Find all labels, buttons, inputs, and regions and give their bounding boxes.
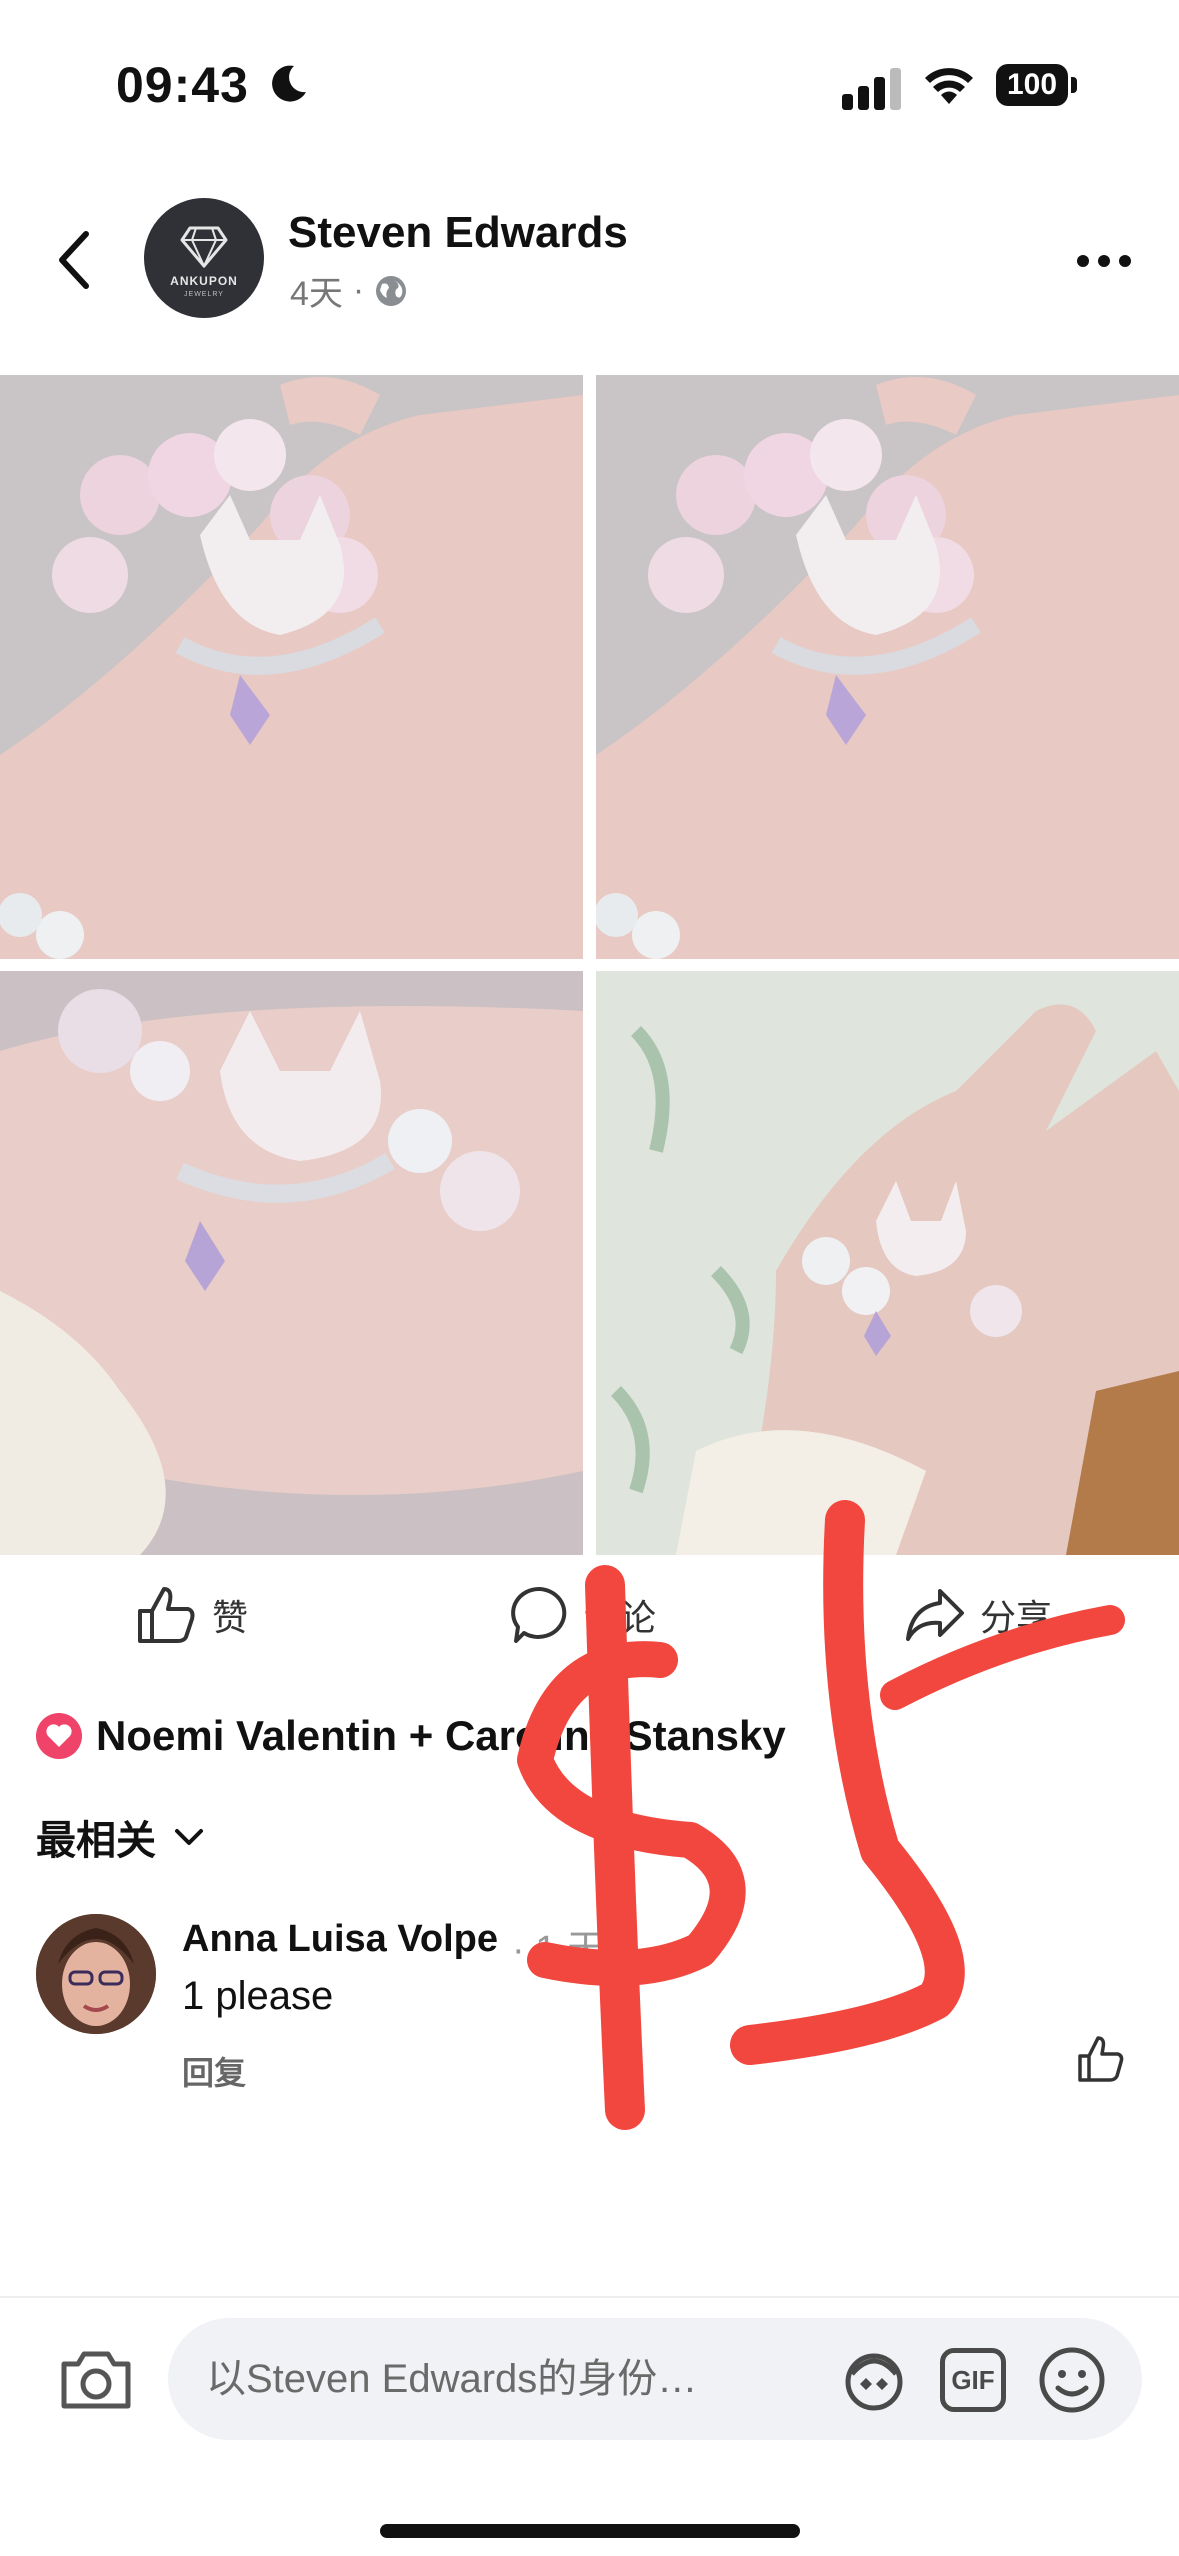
home-indicator [380,2524,800,2538]
comment-item: Anna Luisa Volpe · 1 天 · 1 please 回复 [36,1914,1146,2104]
post-meta: 4天 · [290,266,408,315]
reply-button[interactable]: 回复 [182,2048,246,2094]
brand-logo-text: ANKUPON [170,274,238,288]
bracelet-photo-image [596,375,1179,959]
battery-tip [1071,77,1077,93]
chevron-left-icon [59,231,89,289]
moon-icon [272,65,306,102]
post-header: ANKUPON JEWELRY Steven Edwards 4天 · [0,180,1179,340]
screen: 09:43 100 ANKUPON JEWELRY Steven Edwards… [0,0,1179,2556]
battery-level: 100 [996,64,1068,106]
gif-button[interactable]: GIF [940,2348,1006,2412]
comment-like-icon[interactable] [1076,2034,1126,2084]
commenter-name[interactable]: Anna Luisa Volpe [182,1918,498,1961]
battery-indicator: 100 [996,64,1080,106]
photo-2[interactable] [596,375,1179,959]
author-avatar[interactable]: ANKUPON JEWELRY [144,198,264,318]
sort-label: 最相关 [36,1819,156,1863]
avatar-sticker-icon[interactable] [838,2344,910,2416]
reactors-names: Noemi Valentin + Caroline Stansky [96,1712,786,1759]
status-bar: 09:43 100 [0,0,1179,150]
share-label: 分享 [980,1597,1053,1638]
share-button[interactable]: 分享 [904,1580,1052,1650]
like-label: 赞 [212,1597,249,1638]
photo-3[interactable] [0,971,583,1555]
wifi-icon [925,68,973,104]
photo-1[interactable] [0,375,583,959]
comment-sort-dropdown[interactable]: 最相关 [36,1808,204,1866]
globe-icon [376,275,407,306]
comment-input[interactable] [204,2348,828,2410]
comment-label: 评论 [584,1597,657,1638]
status-time: 09:43 [116,57,249,113]
more-options-icon[interactable] [1074,246,1134,276]
love-reaction-icon [36,1713,82,1759]
bracelet-photo-image [596,971,1179,1555]
share-arrow-icon [906,1589,964,1641]
comment-bubble-icon [511,1586,567,1643]
photo-4[interactable] [596,971,1179,1555]
thumbs-up-icon [138,1587,195,1643]
back-button[interactable] [44,220,104,300]
comment-compose-bar: GIF [0,2296,1179,2556]
comment-meta: · 1 天 · [512,1929,629,1971]
bracelet-photo-image [0,375,583,959]
bracelet-photo-image [0,971,583,1555]
commenter-avatar[interactable] [36,1914,156,2034]
comment-input-container[interactable]: GIF [168,2318,1142,2440]
comment-button[interactable]: 评论 [510,1580,656,1650]
meta-separator: · [352,271,365,309]
comment-text: 1 please [182,1974,334,2018]
author-name[interactable]: Steven Edwards [288,208,628,258]
chevron-down-icon [175,1829,203,1845]
camera-icon[interactable] [58,2344,134,2414]
post-actions: 赞 评论 分享 [0,1560,1179,1670]
brand-logo-subtext: JEWELRY [184,291,224,298]
post-age[interactable]: 4天 [290,266,343,315]
reactions-summary[interactable]: Noemi Valentin + Caroline Stansky [36,1706,786,1766]
cellular-signal-icon [842,68,901,110]
like-button[interactable]: 赞 [136,1580,248,1650]
photo-grid [0,375,1179,1555]
emoji-icon[interactable] [1036,2344,1108,2416]
diamond-logo-icon [180,226,228,268]
